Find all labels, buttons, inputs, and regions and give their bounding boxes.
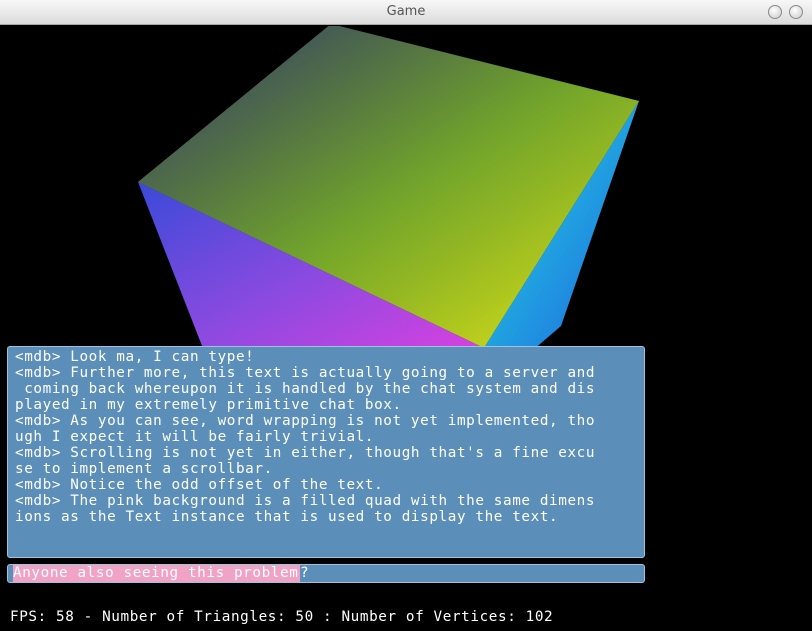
chat-input-text: Anyone also seeing this problem (13, 565, 301, 582)
chat-log-panel: <mdb> Look ma, I can type! <mdb> Further … (7, 346, 645, 558)
game-window: Game <mdb> Look ma, I can type! <mdb> Fu… (0, 0, 812, 631)
chat-message-line: <mdb> Scrolling is not yet in either, th… (15, 445, 596, 461)
chat-message-line: <mdb> As you can see, word wrapping is n… (15, 413, 596, 429)
window-title: Game (386, 4, 426, 19)
chat-message-line: <mdb> Further more, this text is actuall… (15, 365, 596, 381)
performance-stats: FPS: 58 - Number of Triangles: 50 : Numb… (10, 609, 554, 625)
chat-log: <mdb> Look ma, I can type! <mdb> Further … (15, 349, 644, 525)
close-button[interactable] (789, 5, 803, 19)
chat-message-line: coming back whereupon it is handled by t… (15, 381, 596, 397)
chat-input-value: Anyone also seeing this problem (13, 565, 299, 581)
chat-message-line: se to implement a scrollbar. (15, 461, 273, 477)
chat-message-line: played in my extremely primitive chat bo… (15, 397, 402, 413)
chat-message-line: <mdb> Notice the odd offset of the text. (15, 477, 384, 493)
chat-message-line: <mdb> The pink background is a filled qu… (15, 493, 596, 509)
chat-input-caret: ? (300, 565, 310, 581)
chat-input-field[interactable]: Anyone also seeing this problem ? (7, 564, 645, 583)
chat-message-line: <mdb> Look ma, I can type! (15, 349, 255, 365)
minimize-button[interactable] (768, 5, 782, 19)
chat-message-line: ugh I expect it will be fairly trivial. (15, 429, 375, 445)
title-bar: Game (0, 0, 812, 25)
chat-message-line: ions as the Text instance that is used t… (15, 509, 559, 525)
